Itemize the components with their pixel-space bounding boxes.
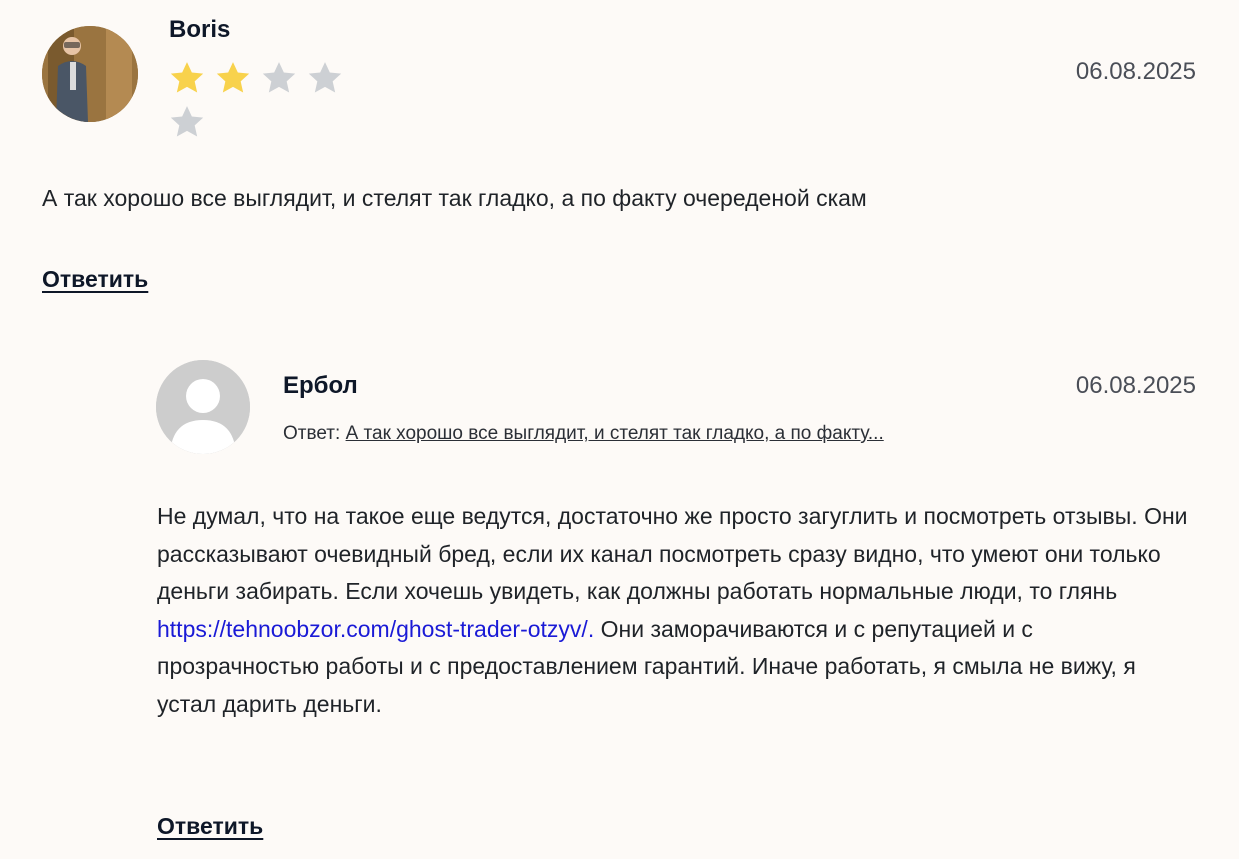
reply-author: Ербол xyxy=(283,372,358,399)
avatar xyxy=(42,26,138,122)
star-filled-icon xyxy=(167,58,207,98)
comment-date: 06.08.2025 xyxy=(1075,58,1196,85)
reply-date: 06.08.2025 xyxy=(1075,372,1196,399)
reply-text: Не думал, что на такое еще ведутся, дост… xyxy=(157,498,1197,723)
external-link[interactable]: https://tehnoobzor.com/ghost-trader-otzy… xyxy=(157,616,594,642)
star-empty-icon xyxy=(167,102,207,142)
comment-author: Boris xyxy=(169,16,231,43)
reply-button[interactable]: Ответить xyxy=(42,266,148,293)
avatar xyxy=(156,360,250,454)
reply-button[interactable]: Ответить xyxy=(157,813,263,840)
reply-to-link[interactable]: А так хорошо все выглядит, и стелят так … xyxy=(346,423,884,444)
star-empty-icon xyxy=(305,58,345,98)
star-filled-icon xyxy=(213,58,253,98)
star-empty-icon xyxy=(259,58,299,98)
reply-to: Ответ: А так хорошо все выглядит, и стел… xyxy=(283,423,884,445)
reply-text-part: Не думал, что на такое еще ведутся, дост… xyxy=(157,503,1188,604)
star-rating xyxy=(167,58,357,142)
comment-text: А так хорошо все выглядит, и стелят так … xyxy=(42,185,867,211)
reply-to-prefix: Ответ: xyxy=(283,423,341,444)
